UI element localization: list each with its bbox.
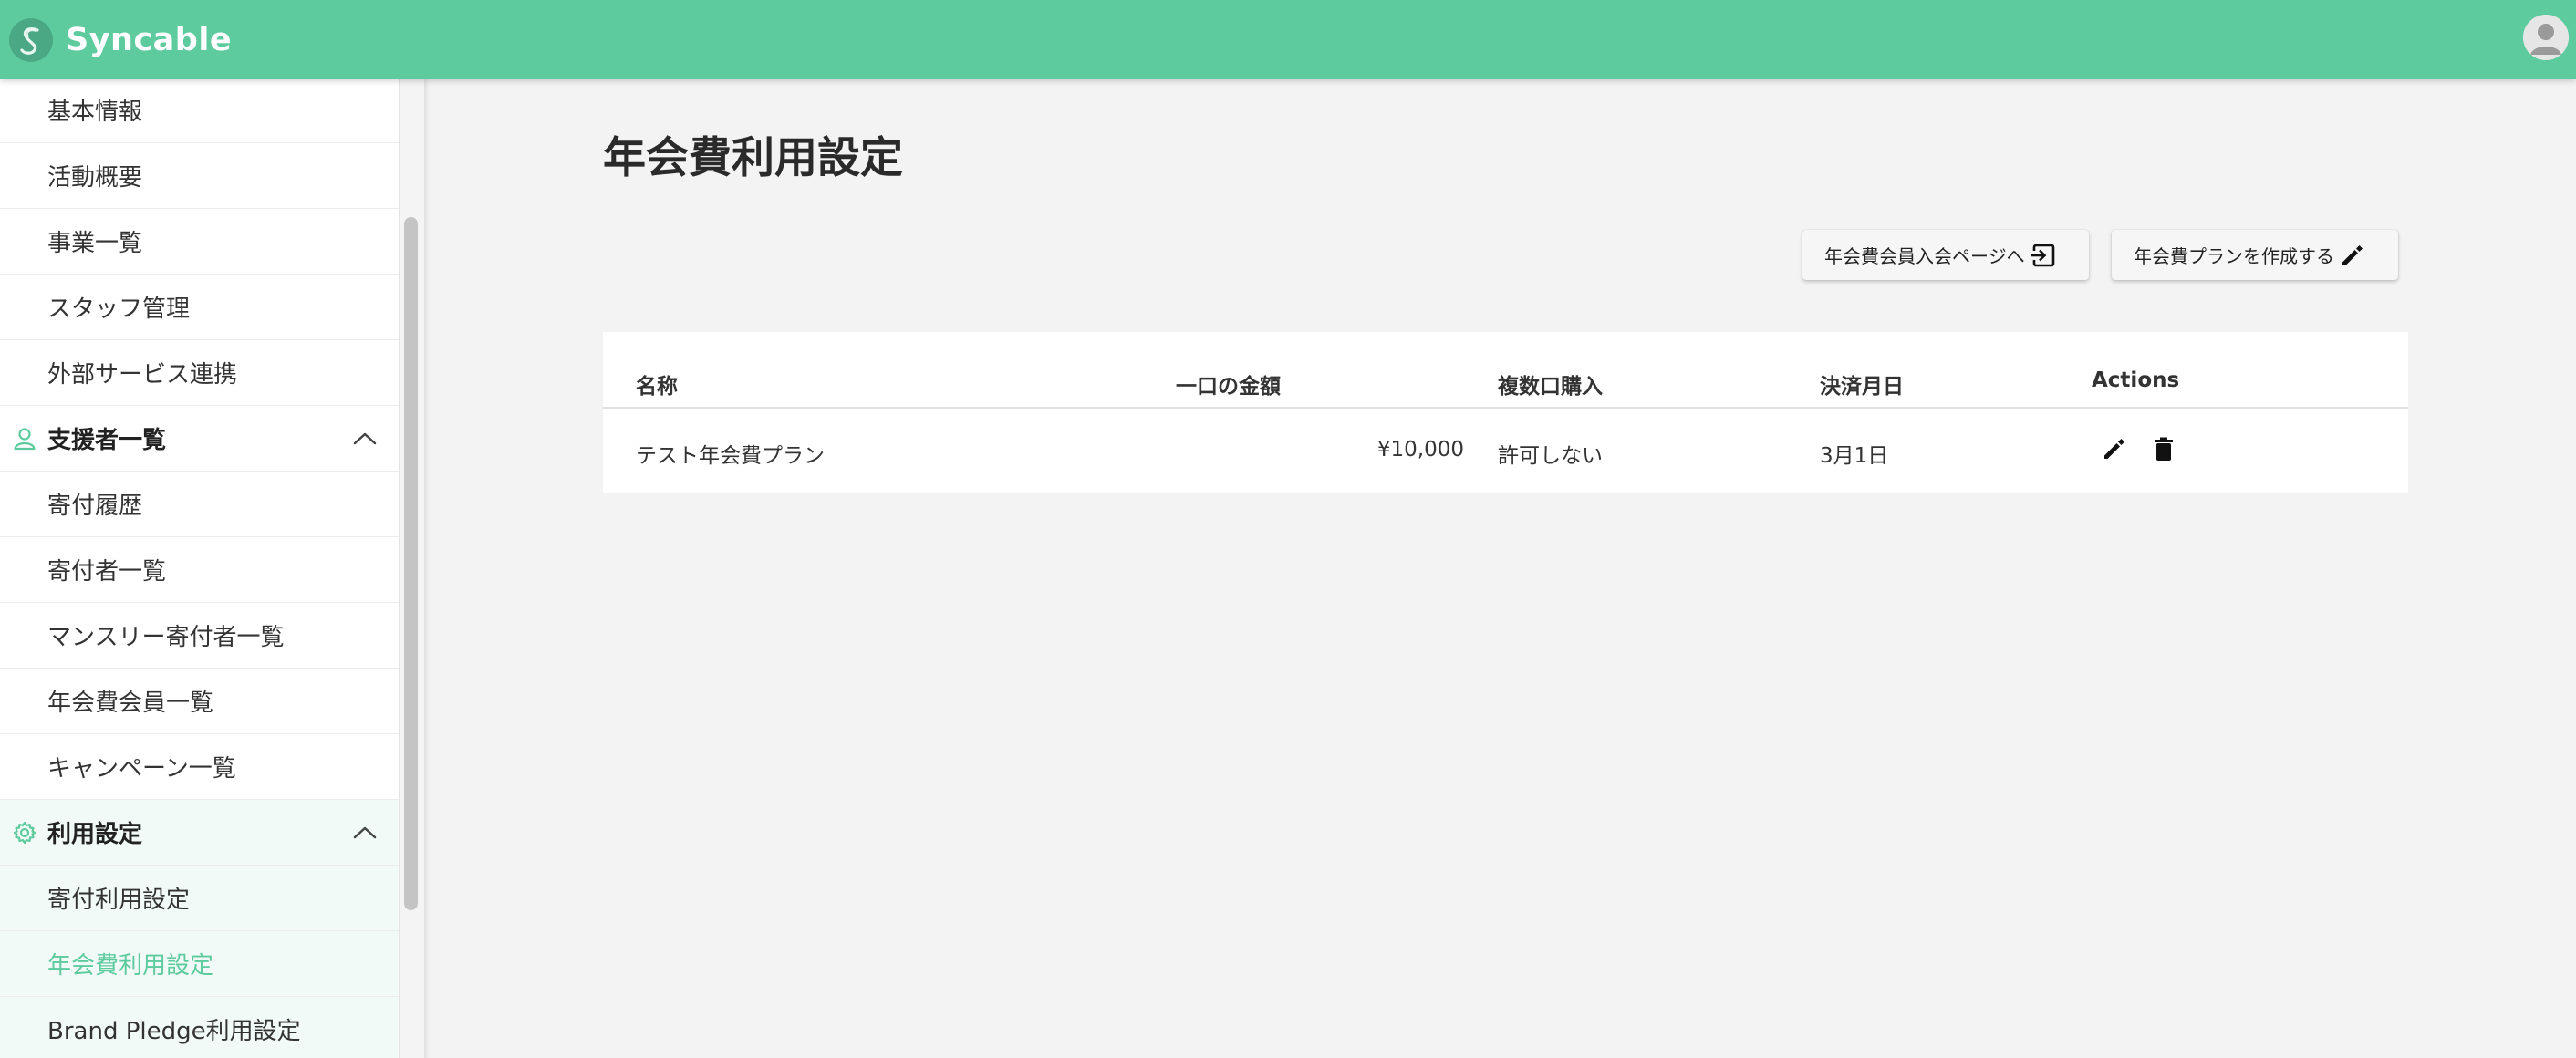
sidebar-item-annual-fee-settings[interactable]: 年会費利用設定 <box>0 931 399 997</box>
syncable-logo-icon <box>9 18 53 62</box>
app-header: Syncable <box>0 0 2576 79</box>
sidebar-item-campaigns[interactable]: キャンペーン一覧 <box>0 734 399 800</box>
column-header-billing-date: 決済月日 <box>1820 375 1904 399</box>
login-icon <box>2031 244 2054 266</box>
sidebar-item-monthly-donors[interactable]: マンスリー寄付者一覧 <box>0 603 399 669</box>
column-header-name: 名称 <box>636 375 678 399</box>
join-page-button-label: 年会費会員入会ページへ <box>1824 245 2025 267</box>
sidebar-item-label: 外部サービス連携 <box>47 361 238 389</box>
sidebar-divider <box>424 79 430 1058</box>
logo[interactable]: Syncable <box>9 15 232 66</box>
page-title: 年会費利用設定 <box>603 133 903 183</box>
plan-billing-date-cell: 3月1日 <box>1820 444 1889 468</box>
sidebar-item-label: 寄付履歴 <box>47 493 143 520</box>
sidebar-item-label: 活動概要 <box>47 164 143 192</box>
sidebar: 基本情報 活動概要 事業一覧 スタッフ管理 外部サービス連携 支援者一覧 寄付履… <box>0 79 399 1058</box>
logo-text: Syncable <box>66 22 233 58</box>
create-plan-button-label: 年会費プランを作成する <box>2134 245 2334 267</box>
sidebar-section-label: 利用設定 <box>47 821 143 848</box>
plan-amount-cell: ¥10,000 <box>1376 438 1464 462</box>
sidebar-section-supporters[interactable]: 支援者一覧 <box>0 406 399 472</box>
sidebar-item-label: 事業一覧 <box>47 230 143 257</box>
edit-icon[interactable] <box>2100 434 2129 463</box>
sidebar-scrollbar-thumb[interactable] <box>404 217 418 910</box>
plan-name-cell: テスト年会費プラン <box>636 444 825 468</box>
user-avatar-icon <box>2523 15 2569 60</box>
chevron-up-icon[interactable] <box>352 429 378 449</box>
sidebar-item-label: 寄付者一覧 <box>47 558 167 586</box>
chevron-up-icon[interactable] <box>352 823 378 843</box>
column-header-actions: Actions <box>2092 368 2180 392</box>
column-header-amount: 一口の金額 <box>1176 375 1281 399</box>
sidebar-item-label: 年会費利用設定 <box>47 952 214 980</box>
sidebar-item-label: 基本情報 <box>47 99 143 126</box>
annual-plan-table: 名称 一口の金額 複数口購入 決済月日 Actions テスト年会費プラン ¥1… <box>603 332 2408 493</box>
plan-multiple-purchase-cell: 許可しない <box>1498 444 1603 468</box>
annual-member-join-page-button[interactable]: 年会費会員入会ページへ <box>1802 230 2089 280</box>
column-header-multiple-purchase: 複数口購入 <box>1498 375 1603 399</box>
table-header-divider <box>603 407 2408 409</box>
delete-icon[interactable] <box>2149 434 2178 463</box>
sidebar-item-label: スタッフ管理 <box>47 296 191 323</box>
pencil-icon <box>2342 244 2363 265</box>
sidebar-section-settings[interactable]: 利用設定 <box>0 800 399 866</box>
sidebar-item-integrations[interactable]: 外部サービス連携 <box>0 340 399 406</box>
sidebar-item-staff[interactable]: スタッフ管理 <box>0 275 399 340</box>
sidebar-item-donation-settings[interactable]: 寄付利用設定 <box>0 866 399 931</box>
sidebar-item-projects[interactable]: 事業一覧 <box>0 209 399 275</box>
user-avatar[interactable] <box>2523 15 2569 60</box>
sidebar-item-basic-info[interactable]: 基本情報 <box>0 79 399 143</box>
sidebar-item-label: Brand Pledge利用設定 <box>47 1018 301 1045</box>
sidebar-item-donors[interactable]: 寄付者一覧 <box>0 537 399 603</box>
sidebar-item-annual-members[interactable]: 年会費会員一覧 <box>0 669 399 734</box>
sidebar-item-brand-pledge-settings[interactable]: Brand Pledge利用設定 <box>0 997 399 1058</box>
sidebar-item-label: マンスリー寄付者一覧 <box>47 624 285 651</box>
gear-icon <box>13 821 36 845</box>
sidebar-item-donation-history[interactable]: 寄付履歴 <box>0 472 399 537</box>
create-annual-plan-button[interactable]: 年会費プランを作成する <box>2112 230 2398 280</box>
sidebar-item-label: キャンペーン一覧 <box>47 755 236 783</box>
sidebar-section-label: 支援者一覧 <box>47 427 167 454</box>
sidebar-item-activity-overview[interactable]: 活動概要 <box>0 143 399 209</box>
sidebar-item-label: 年会費会員一覧 <box>47 690 214 717</box>
sidebar-item-label: 寄付利用設定 <box>47 887 191 914</box>
person-icon <box>14 428 36 451</box>
